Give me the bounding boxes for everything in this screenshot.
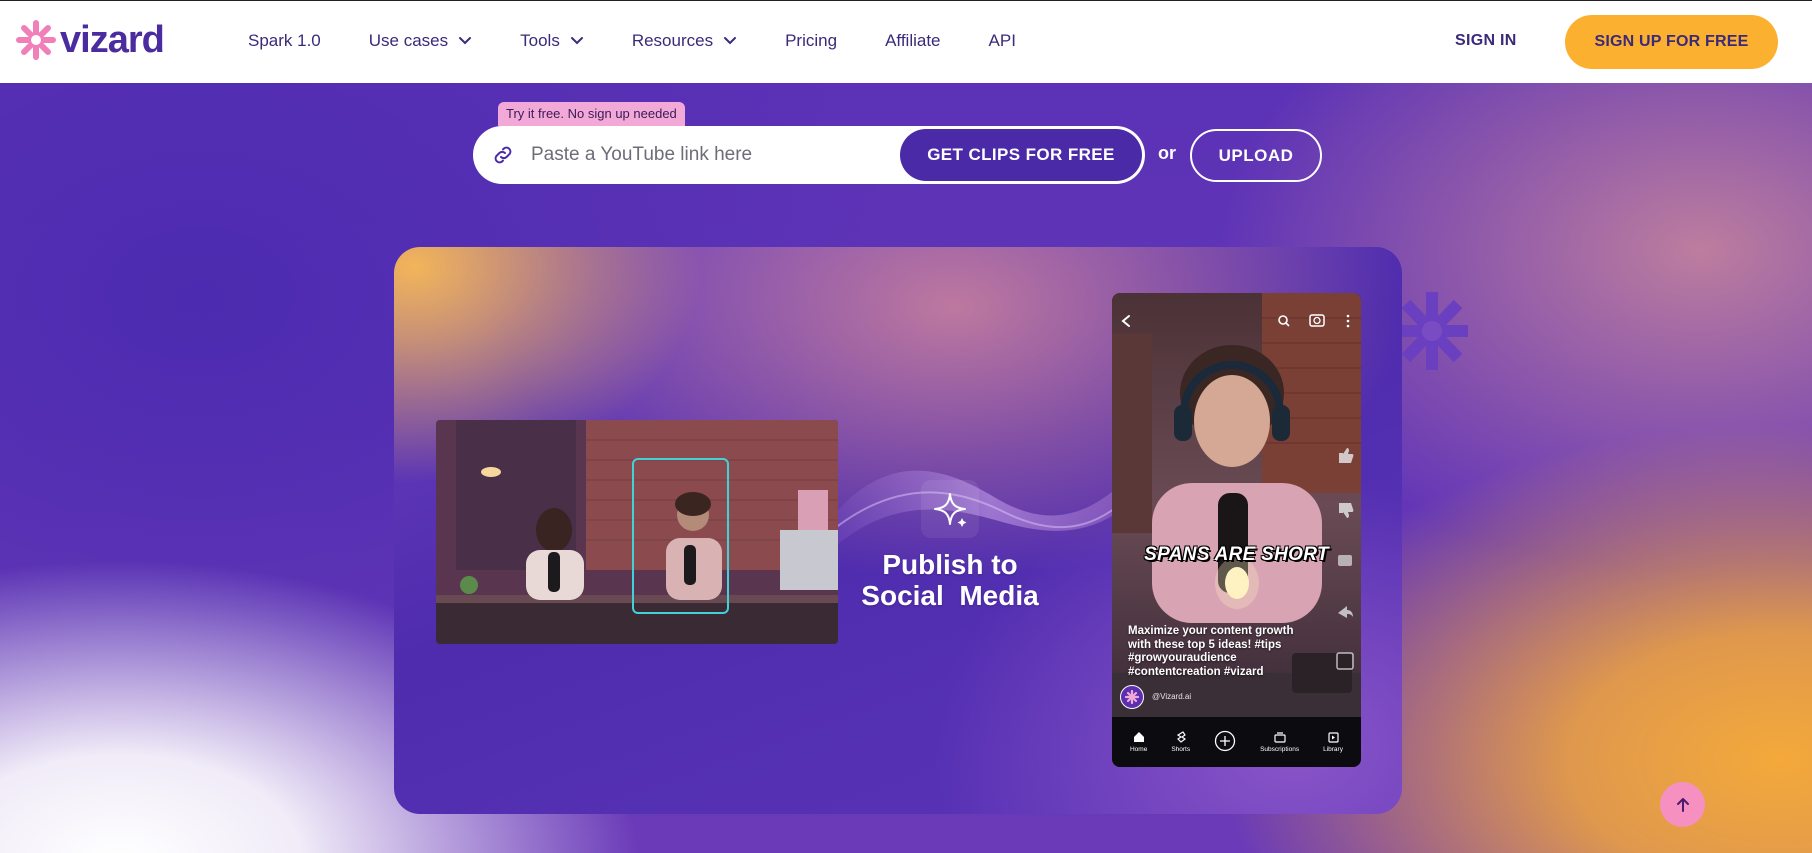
youtube-link-input[interactable] (531, 140, 861, 170)
publish-heading: Publish to Social Media (834, 549, 1066, 611)
phone-tab-home: Home (1130, 731, 1147, 753)
decorative-asterisk-icon (1396, 292, 1468, 370)
phone-tab-subscriptions-label: Subscriptions (1260, 746, 1300, 753)
demo-showcase-card: Publish to Social Media SPANS ARE SHORT … (394, 247, 1402, 814)
plus-circle-icon (1214, 730, 1236, 751)
asterisk-avatar-icon (1125, 690, 1139, 704)
nav-use-cases-label: Use cases (368, 31, 449, 50)
asterisk-logo-icon (16, 20, 56, 60)
chevron-down-icon (570, 37, 583, 45)
nav-spark-label: Spark 1.0 (248, 31, 321, 50)
or-separator: or (1158, 143, 1176, 163)
phone-tab-subscriptions: Subscriptions (1260, 731, 1299, 753)
chevron-down-icon (459, 37, 472, 45)
nav-resources[interactable]: Resources (632, 31, 737, 51)
library-icon (1328, 732, 1339, 743)
phone-bottom-nav: Home Shorts Subscriptions Library (1112, 717, 1361, 767)
get-clips-button[interactable]: GET CLIPS FOR FREE (900, 129, 1142, 181)
shorts-icon (1176, 731, 1186, 743)
scroll-to-top-button[interactable] (1660, 782, 1705, 827)
nav-pricing[interactable]: Pricing (785, 31, 837, 51)
focus-crop-frame (632, 458, 729, 614)
publish-line-1: Publish to (882, 549, 1018, 580)
subscriptions-icon (1273, 732, 1286, 743)
sign-in-link[interactable]: SIGN IN (1455, 32, 1517, 50)
phone-tab-home-label: Home (1129, 746, 1148, 753)
logo-wordmark: vizard (60, 19, 165, 61)
nav-affiliate[interactable]: Affiliate (885, 31, 940, 51)
main-menu: Spark 1.0 Use cases Tools Resources Pric… (248, 31, 1064, 51)
chevron-down-icon (724, 37, 737, 45)
phone-top-controls (1121, 314, 1350, 328)
phone-tab-shorts-label: Shorts (1171, 746, 1191, 753)
vizard-logo[interactable]: vizard (16, 19, 165, 61)
phone-tab-library-label: Library (1323, 746, 1343, 753)
sparkle-icon (934, 493, 967, 527)
home-icon (1133, 732, 1144, 742)
phone-tab-shorts: Shorts (1171, 731, 1190, 753)
phone-tab-create (1214, 730, 1236, 755)
podcast-video-thumbnail (436, 420, 838, 644)
top-navbar: vizard Spark 1.0 Use cases Tools Resourc… (0, 0, 1812, 83)
phone-caption-description: Maximize your content growth with these … (1128, 625, 1294, 678)
nav-affiliate-label: Affiliate (885, 31, 941, 50)
free-trial-tag: Try it free. No sign up needed (498, 102, 685, 126)
channel-avatar (1120, 685, 1144, 709)
wave-decoration (824, 447, 1154, 557)
nav-api-label: API (988, 31, 1016, 50)
phone-preview: SPANS ARE SHORT Maximize your content gr… (1112, 293, 1361, 767)
channel-handle: @Vizard.ai (1152, 692, 1192, 701)
link-icon (494, 146, 512, 164)
arrow-up-icon (1676, 797, 1689, 812)
phone-tab-library: Library (1323, 731, 1343, 753)
publish-line-2: Social Media (861, 580, 1039, 611)
upload-button[interactable]: UPLOAD (1190, 129, 1322, 182)
sign-up-button[interactable]: SIGN UP FOR FREE (1565, 15, 1778, 69)
nav-resources-label: Resources (631, 31, 714, 50)
nav-pricing-label: Pricing (785, 31, 838, 50)
nav-use-cases[interactable]: Use cases (369, 31, 472, 51)
phone-caption-headline: SPANS ARE SHORT (1144, 544, 1329, 565)
youtube-link-bar: GET CLIPS FOR FREE (473, 126, 1145, 184)
nav-api[interactable]: API (989, 31, 1016, 51)
nav-tools[interactable]: Tools (520, 31, 584, 51)
nav-spark[interactable]: Spark 1.0 (248, 31, 321, 51)
sparkle-badge (921, 480, 979, 538)
nav-tools-label: Tools (520, 31, 560, 50)
